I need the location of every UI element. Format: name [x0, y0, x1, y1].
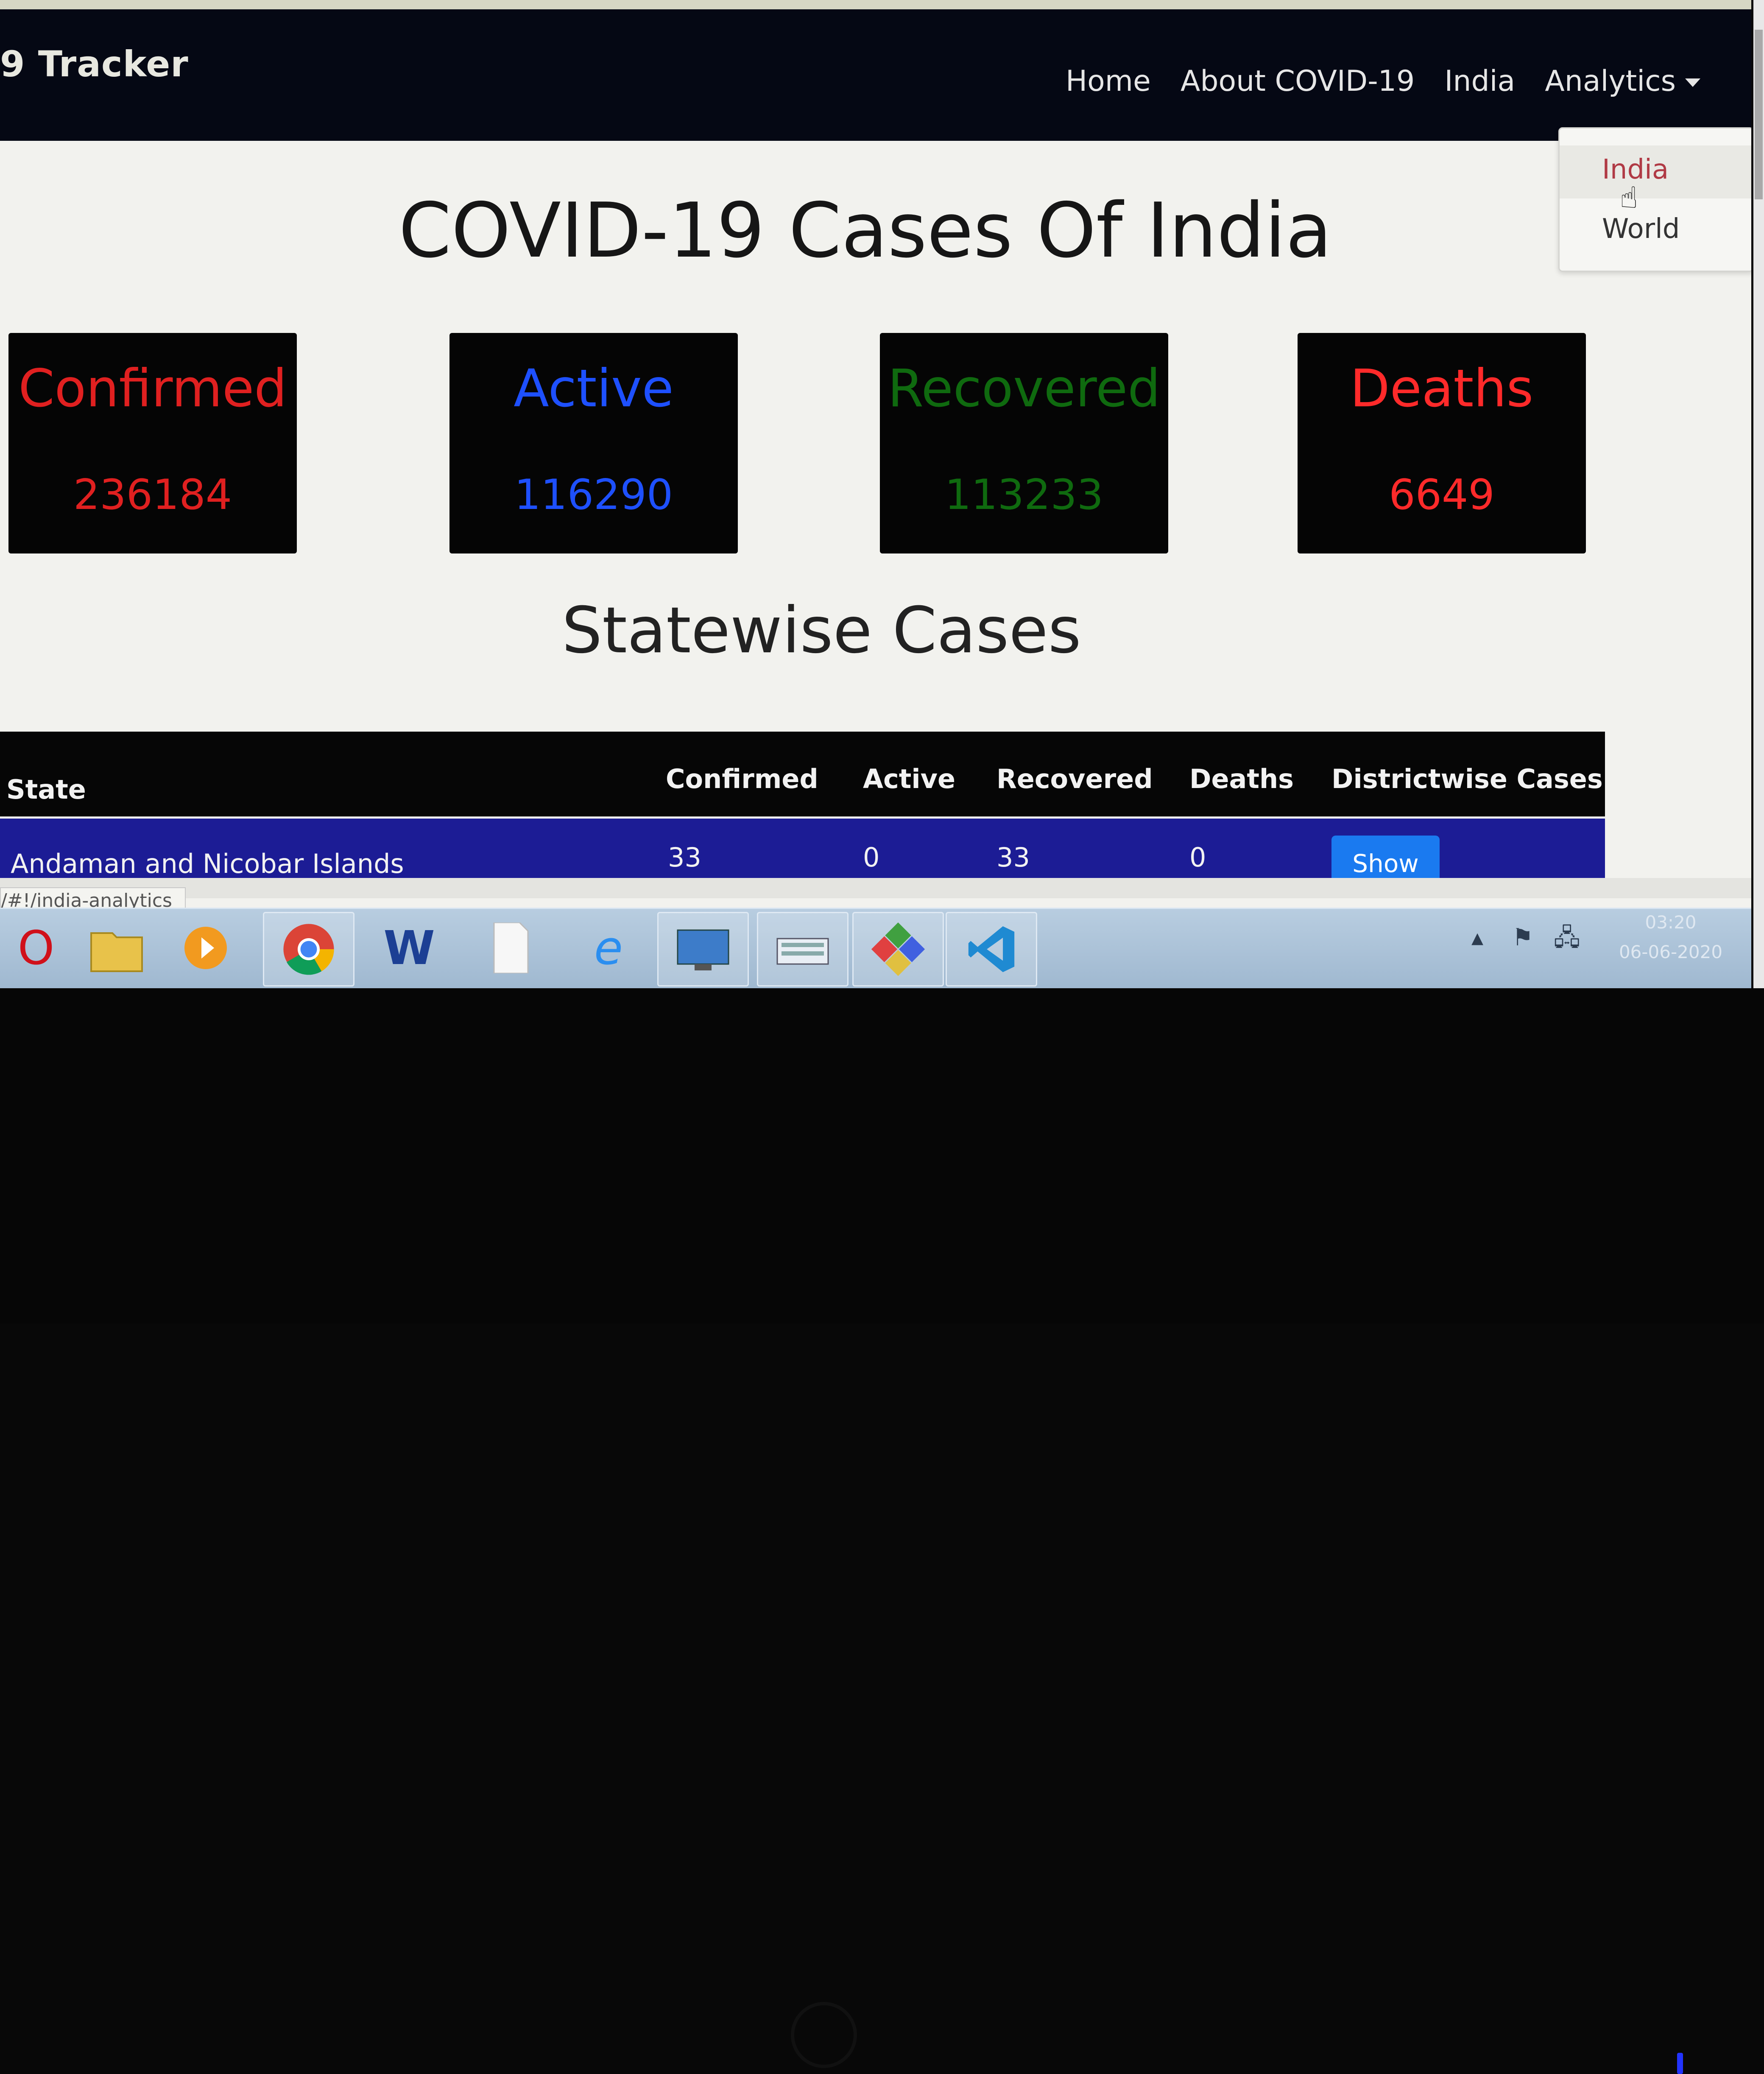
chrome-icon[interactable] [263, 912, 354, 987]
palette-shape [871, 922, 925, 976]
monitor-shape [677, 929, 729, 970]
nav-india[interactable]: India [1444, 64, 1515, 98]
stat-label: Recovered [888, 358, 1161, 419]
statewise-table: State Confirmed Active Recovered Deaths … [0, 732, 1605, 882]
document-shape [493, 922, 529, 973]
opera-icon[interactable]: O [0, 912, 81, 984]
remote-desktop-icon[interactable] [657, 912, 749, 987]
clock-date: 06-06-2020 [1619, 942, 1723, 962]
column-header-state: State [6, 774, 86, 805]
nav-analytics-label: Analytics [1545, 64, 1676, 98]
show-districts-button[interactable]: Show [1331, 836, 1440, 882]
monitor-logo [791, 2002, 857, 2068]
taskbar-clock[interactable]: 03:20 06-06-2020 [1603, 908, 1739, 967]
media-player-icon[interactable] [161, 912, 250, 984]
paint-app-icon[interactable] [852, 912, 944, 987]
blank-document-icon[interactable] [466, 912, 555, 984]
stat-value: 6649 [1389, 471, 1495, 519]
brand-title[interactable]: 9 Tracker [0, 43, 189, 85]
chrome-shape [283, 924, 334, 975]
stat-card-recovered: Recovered 113233 [880, 333, 1168, 553]
nav-links: Home About COVID-19 India Analytics [1066, 64, 1700, 98]
stat-card-confirmed: Confirmed 236184 [8, 333, 297, 553]
word-icon[interactable]: W [365, 912, 454, 984]
section-title: Statewise Cases [562, 594, 1081, 668]
nav-about[interactable]: About COVID-19 [1181, 64, 1415, 98]
vscode-icon[interactable] [946, 912, 1037, 987]
column-header-confirmed: Confirmed [666, 763, 818, 794]
column-header-districtwise: Districtwise Cases [1331, 763, 1603, 794]
cell-recovered: 33 [996, 842, 1030, 873]
analytics-dropdown-menu: India World [1558, 127, 1751, 272]
column-header-active: Active [863, 763, 956, 794]
dropdown-item-world[interactable]: World [1602, 213, 1680, 245]
system-tray: ▴ ⚑ 🖧 [1471, 920, 1580, 961]
table-row: Andaman and Nicobar Islands 33 0 33 0 Sh… [0, 819, 1605, 882]
internet-explorer-icon[interactable]: e [564, 912, 653, 984]
page-title: COVID-19 Cases Of India [399, 187, 1332, 274]
stat-label: Deaths [1350, 358, 1534, 419]
play-shape [184, 927, 227, 969]
column-header-recovered: Recovered [996, 763, 1153, 794]
hand-pointer-icon: ☝ [1620, 180, 1638, 215]
cell-deaths: 0 [1189, 842, 1206, 873]
nav-analytics-dropdown[interactable]: Analytics [1545, 64, 1700, 98]
scrollbar-thumb[interactable] [1755, 30, 1763, 199]
action-center-flag-icon[interactable]: ⚑ [1512, 924, 1533, 951]
table-header: State Confirmed Active Recovered Deaths … [0, 732, 1605, 816]
nav-home[interactable]: Home [1066, 64, 1151, 98]
stat-value: 116290 [514, 471, 673, 519]
stat-label: Active [514, 358, 674, 419]
caret-down-icon [1685, 78, 1700, 87]
folder-shape [90, 932, 143, 972]
clock-time: 03:20 [1645, 912, 1697, 933]
column-header-deaths: Deaths [1189, 763, 1294, 794]
stat-value: 236184 [73, 471, 232, 519]
window-edge [0, 0, 1751, 9]
monitor-bezel [0, 988, 1764, 2074]
on-screen-keyboard-icon[interactable] [757, 912, 849, 987]
file-explorer-icon[interactable] [72, 912, 161, 984]
cell-active: 0 [863, 842, 880, 873]
network-icon[interactable]: 🖧 [1554, 924, 1580, 951]
horizontal-scrollbar[interactable] [0, 878, 1751, 898]
stat-label: Confirmed [18, 358, 287, 419]
vscode-shape [968, 926, 1015, 973]
keyboard-shape [776, 938, 829, 965]
cell-confirmed: 33 [668, 842, 701, 873]
browser-viewport: 9 Tracker Home About COVID-19 India Anal… [0, 0, 1751, 988]
stat-card-deaths: Deaths 6649 [1298, 333, 1586, 553]
power-led [1677, 2053, 1683, 2074]
stat-value: 113233 [944, 471, 1104, 519]
stat-card-active: Active 116290 [449, 333, 738, 553]
tray-expand-icon[interactable]: ▴ [1471, 924, 1483, 951]
navbar: 9 Tracker Home About COVID-19 India Anal… [0, 9, 1751, 141]
cell-state: Andaman and Nicobar Islands [11, 848, 404, 879]
